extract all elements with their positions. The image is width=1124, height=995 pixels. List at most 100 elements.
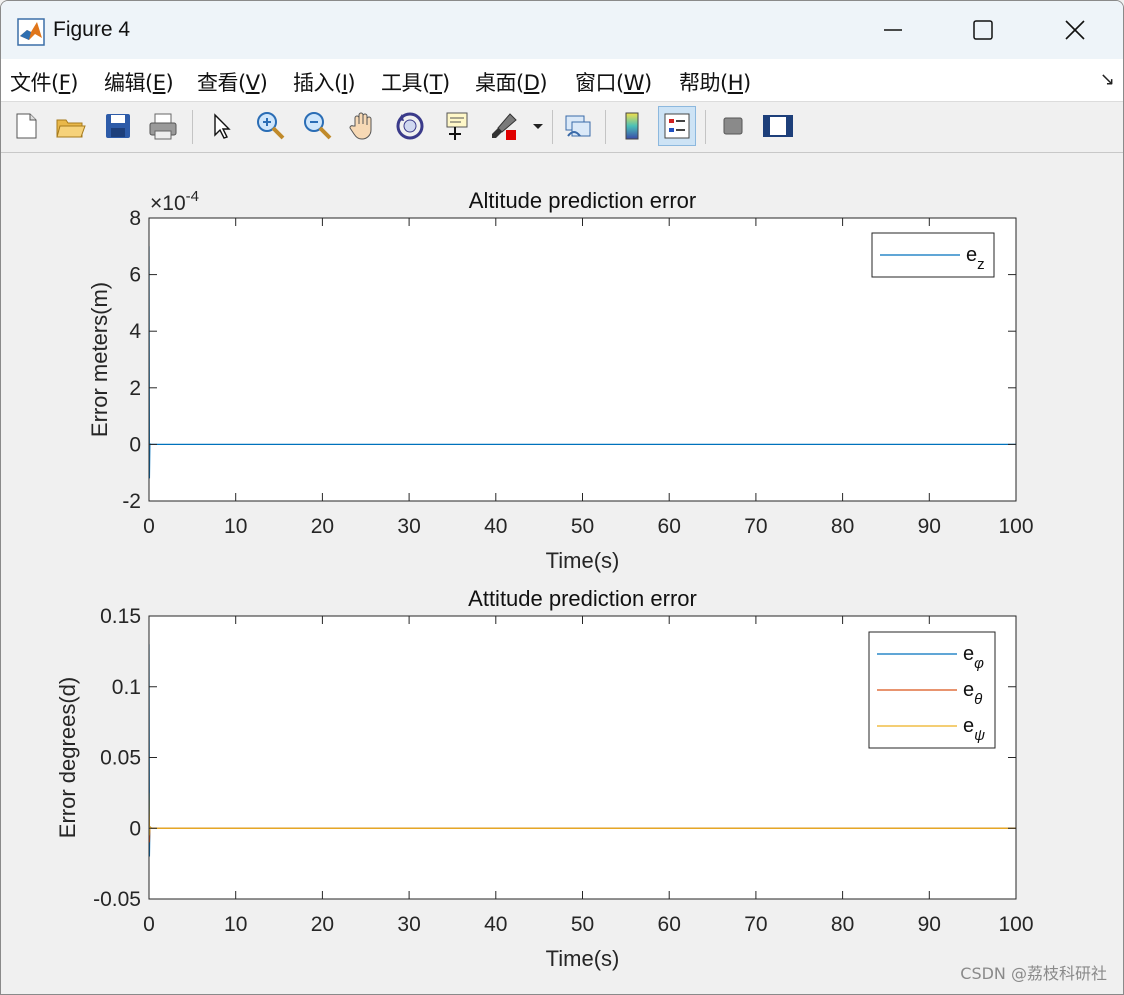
x-tick-label: 70 xyxy=(744,515,767,538)
figure-toolbar xyxy=(1,102,1123,153)
menu-desktop[interactable]: 桌面(D) xyxy=(475,67,548,97)
chart-title: Altitude prediction error xyxy=(469,188,696,213)
x-tick-label: 80 xyxy=(831,515,854,538)
x-tick-label: 10 xyxy=(224,515,247,538)
window-title: Figure 4 xyxy=(53,18,131,41)
pan-button[interactable] xyxy=(344,106,382,146)
colorbar-button[interactable] xyxy=(613,106,651,146)
y-tick-label: 0 xyxy=(129,433,141,456)
minimize-icon xyxy=(884,29,902,31)
maximize-icon xyxy=(973,20,993,40)
pointer-button[interactable] xyxy=(201,106,239,146)
x-tick-label: 60 xyxy=(658,515,681,538)
y-tick-label: 0.05 xyxy=(100,747,141,770)
pointer-icon xyxy=(214,113,231,139)
x-tick-label: 40 xyxy=(484,913,507,936)
brush-icon xyxy=(492,113,517,140)
legend: ez xyxy=(871,232,995,278)
hide-plot-tools-button[interactable] xyxy=(714,106,752,146)
save-button[interactable] xyxy=(99,106,137,146)
x-tick-label: 90 xyxy=(918,515,941,538)
menu-file[interactable]: 文件(F) xyxy=(10,67,78,97)
menu-edit[interactable]: 编辑(E) xyxy=(104,67,174,97)
y-tick-label: 8 xyxy=(129,207,141,230)
x-tick-label: 50 xyxy=(571,515,594,538)
menu-bar: 文件(F) 编辑(E) 查看(V) 插入(I) 工具(T) 桌面(D) 窗口(W… xyxy=(1,59,1123,102)
zoom-in-button[interactable] xyxy=(251,106,289,146)
maximize-button[interactable] xyxy=(937,1,1029,59)
new-figure-button[interactable] xyxy=(7,106,45,146)
y-tick-label: 6 xyxy=(129,264,141,287)
x-tick-label: 100 xyxy=(998,913,1033,936)
dock-arrow-icon[interactable]: ↘ xyxy=(1100,69,1115,90)
zoom-in-icon xyxy=(257,112,285,140)
y-tick-label: -0.05 xyxy=(93,888,141,911)
watermark: CSDN @荔枝科研社 xyxy=(960,964,1107,983)
hide-plot-tools-icon xyxy=(723,117,743,135)
figure-plot-svg: 0 10 20 30 40 50 60 70 80 90 100-202468Altitude pr… xyxy=(55,188,1034,971)
x-tick-label: 80 xyxy=(831,913,854,936)
menu-window[interactable]: 窗口(W) xyxy=(575,67,652,97)
x-tick-label: 70 xyxy=(744,913,767,936)
data-cursor-icon xyxy=(446,112,468,140)
x-tick-label: 60 xyxy=(658,913,681,936)
minimize-button[interactable] xyxy=(847,1,939,59)
print-button[interactable] xyxy=(144,106,182,146)
close-button[interactable] xyxy=(1029,1,1121,59)
y-axis-label: Error meters(m) xyxy=(87,282,112,437)
x-tick-label: 50 xyxy=(571,913,594,936)
y-tick-label: 0.1 xyxy=(112,676,141,699)
legend-button[interactable] xyxy=(658,106,696,146)
menu-help[interactable]: 帮助(H) xyxy=(679,67,751,97)
show-plot-tools-icon xyxy=(763,115,793,137)
pan-hand-icon xyxy=(349,112,372,140)
legend-icon xyxy=(664,113,690,139)
toolbar-separator xyxy=(605,110,606,144)
rotate-3d-icon xyxy=(396,112,424,140)
y-tick-label: 4 xyxy=(129,320,141,343)
toolbar-separator xyxy=(705,110,706,144)
link-plot-button[interactable] xyxy=(559,106,597,146)
zoom-out-button[interactable] xyxy=(298,106,336,146)
toolbar-separator xyxy=(552,110,553,144)
close-icon xyxy=(1065,20,1085,40)
x-tick-label: 20 xyxy=(311,913,334,936)
save-icon xyxy=(106,114,130,138)
brush-dropdown-button[interactable] xyxy=(529,106,547,146)
x-axis-label: Time(s) xyxy=(546,946,620,971)
data-cursor-button[interactable] xyxy=(438,106,476,146)
x-tick-label: 30 xyxy=(397,913,420,936)
x-tick-label: 10 xyxy=(224,913,247,936)
new-figure-icon xyxy=(16,113,37,139)
brush-button[interactable] xyxy=(485,106,523,146)
axes-2: 0 10 20 30 40 50 60 70 80 90 100-0.0500.050.10.15A… xyxy=(55,586,1034,971)
menu-view[interactable]: 查看(V) xyxy=(197,67,268,97)
matlab-logo-icon xyxy=(17,18,45,46)
menu-insert[interactable]: 插入(I) xyxy=(293,67,356,97)
y-tick-label: -2 xyxy=(122,490,141,513)
y-axis-label: Error degrees(d) xyxy=(55,677,80,838)
menu-tools[interactable]: 工具(T) xyxy=(381,67,450,97)
x-tick-label: 0 xyxy=(143,913,155,936)
y-tick-label: 0.15 xyxy=(100,605,141,628)
colorbar-icon xyxy=(625,112,639,140)
y-tick-label: 0 xyxy=(129,817,141,840)
x-tick-label: 90 xyxy=(918,913,941,936)
title-bar: Figure 4 xyxy=(1,1,1123,59)
legend: eφeθeψ xyxy=(868,631,996,749)
y-tick-label: 2 xyxy=(129,377,141,400)
print-icon xyxy=(149,113,177,140)
x-axis-label: Time(s) xyxy=(546,548,620,573)
show-plot-tools-button[interactable] xyxy=(759,106,797,146)
brush-dropdown-icon xyxy=(533,124,543,129)
axes-1: 0 10 20 30 40 50 60 70 80 90 100-202468Altitude pr… xyxy=(87,188,1034,573)
rotate-3d-button[interactable] xyxy=(391,106,429,146)
zoom-out-icon xyxy=(304,112,332,140)
figure-canvas: 0 10 20 30 40 50 60 70 80 90 100 -2 0 2 4 6 8 Altitude pr… xyxy=(1,153,1123,994)
x-tick-label: 100 xyxy=(998,515,1033,538)
link-plot-icon xyxy=(565,115,591,137)
x-tick-label: 0 xyxy=(143,515,155,538)
open-file-button[interactable] xyxy=(52,106,90,146)
x-tick-label: 30 xyxy=(397,515,420,538)
chart-title: Attitude prediction error xyxy=(468,586,697,611)
